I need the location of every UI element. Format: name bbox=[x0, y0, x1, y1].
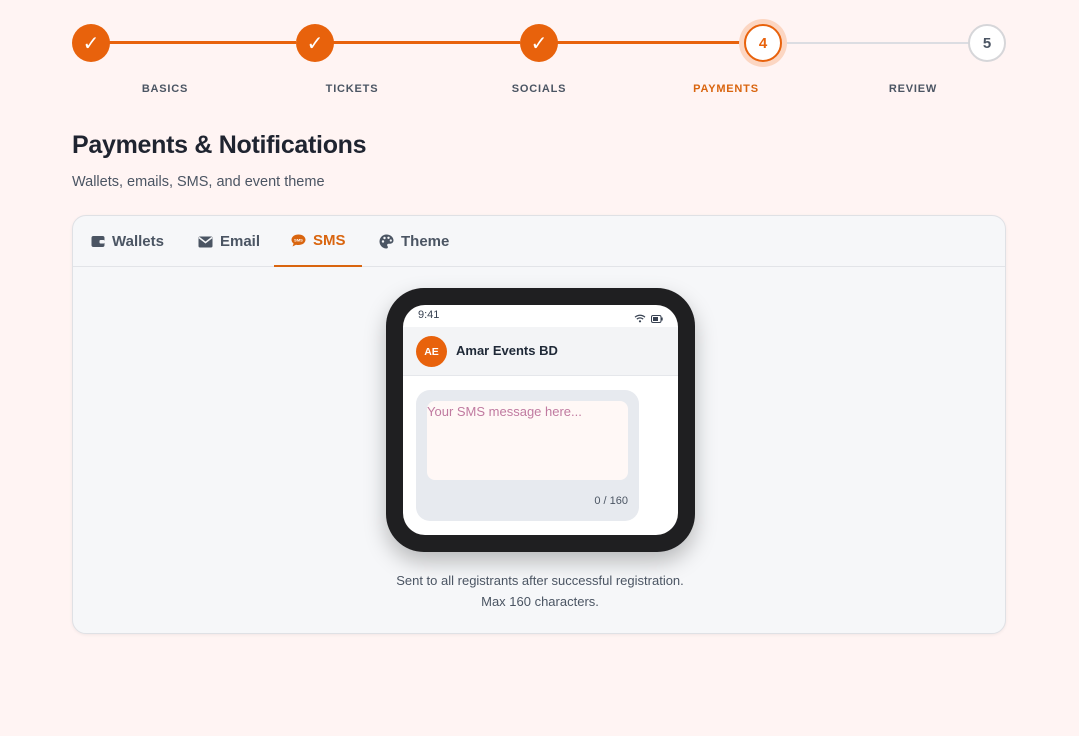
tab-bar: Wallets Email SMS SMS Theme bbox=[73, 216, 1005, 267]
tab-email-label: Email bbox=[220, 233, 261, 250]
step-connector bbox=[539, 41, 744, 44]
avatar: AE bbox=[416, 336, 447, 367]
tab-theme[interactable]: Theme bbox=[362, 216, 466, 267]
settings-card: Wallets Email SMS SMS Theme 9:41 AE Amar… bbox=[72, 215, 1006, 634]
wifi-icon bbox=[634, 310, 646, 328]
tab-wallets-label: Wallets bbox=[112, 233, 164, 250]
sms-icon: SMS bbox=[291, 234, 306, 247]
tab-sms-label: SMS bbox=[313, 232, 346, 249]
progress-stepper: ✓ ✓ ✓ 4 5 BASICS TICKETS SOCIALS PAYMENT… bbox=[72, 24, 1006, 104]
sms-bubble: 0 / 160 bbox=[416, 390, 639, 521]
step-connector bbox=[763, 42, 987, 44]
tab-sms[interactable]: SMS SMS bbox=[274, 216, 362, 267]
char-counter: 0 / 160 bbox=[594, 495, 628, 507]
envelope-icon bbox=[198, 236, 213, 248]
step-tickets-marker[interactable]: ✓ bbox=[296, 24, 334, 62]
step-basics-marker[interactable]: ✓ bbox=[72, 24, 110, 62]
step-tickets-label: TICKETS bbox=[325, 83, 379, 95]
step-connector bbox=[91, 41, 296, 44]
step-review-marker[interactable]: 5 bbox=[968, 24, 1006, 62]
step-review-label: REVIEW bbox=[888, 83, 938, 95]
battery-icon bbox=[651, 310, 663, 328]
sms-help-text: Sent to all registrants after successful… bbox=[396, 573, 684, 609]
step-payments-marker[interactable]: 4 bbox=[744, 24, 782, 62]
step-socials-label: SOCIALS bbox=[511, 83, 567, 95]
tab-email[interactable]: Email bbox=[181, 216, 277, 267]
step-payments-label: PAYMENTS bbox=[693, 83, 759, 95]
page-subtitle: Wallets, emails, SMS, and event theme bbox=[72, 174, 325, 190]
tab-wallets[interactable]: Wallets bbox=[74, 216, 181, 267]
sender-name: Amar Events BD bbox=[456, 343, 558, 358]
chat-header: AE Amar Events BD bbox=[403, 327, 678, 376]
phone-preview: 9:41 AE Amar Events BD 0 / 160 bbox=[386, 288, 695, 552]
palette-icon bbox=[379, 234, 394, 249]
phone-screen: 9:41 AE Amar Events BD 0 / 160 bbox=[403, 305, 678, 535]
step-basics-label: BASICS bbox=[141, 83, 189, 95]
svg-text:SMS: SMS bbox=[294, 237, 303, 242]
status-time: 9:41 bbox=[418, 309, 440, 321]
step-connector bbox=[315, 41, 520, 44]
tab-theme-label: Theme bbox=[401, 233, 450, 250]
page-title: Payments & Notifications bbox=[72, 131, 367, 159]
status-bar: 9:41 bbox=[403, 305, 678, 327]
sms-message-input[interactable] bbox=[427, 401, 628, 480]
wallet-icon bbox=[91, 235, 105, 248]
step-socials-marker[interactable]: ✓ bbox=[520, 24, 558, 62]
